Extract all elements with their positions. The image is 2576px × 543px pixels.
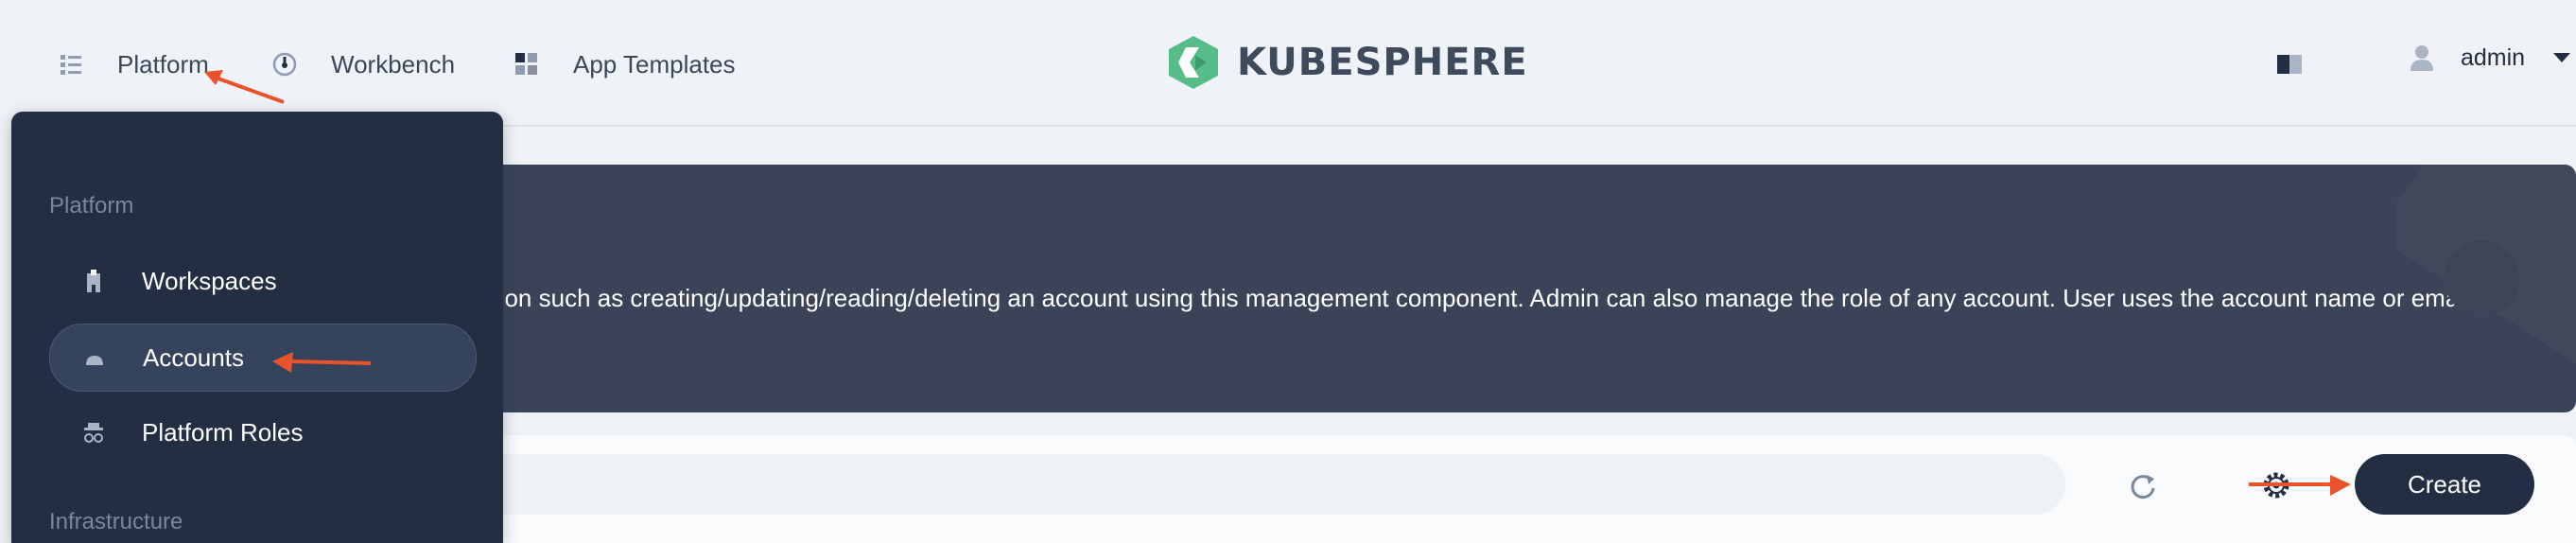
page-banner: ation such as creating/updating/reading/… bbox=[452, 165, 2576, 412]
list-icon bbox=[61, 55, 81, 75]
search-input[interactable] bbox=[480, 454, 2065, 515]
header-divider bbox=[452, 125, 2576, 127]
user-name: admin bbox=[2461, 44, 2526, 71]
nav-app-templates-label: App Templates bbox=[573, 49, 736, 79]
banner-description: ation such as creating/updating/reading/… bbox=[479, 284, 2498, 312]
book-icon[interactable] bbox=[2275, 51, 2304, 78]
annotation-arrow-icon bbox=[2249, 475, 2351, 496]
workspace-icon bbox=[87, 270, 100, 292]
sidebar-item-label: Platform Roles bbox=[142, 417, 304, 447]
nav-platform-label: Platform bbox=[117, 49, 209, 79]
nav-app-templates[interactable]: App Templates bbox=[513, 45, 736, 83]
create-button[interactable]: Create bbox=[2355, 454, 2534, 515]
annotation-arrow-icon bbox=[272, 352, 372, 373]
refresh-icon[interactable] bbox=[2126, 469, 2160, 503]
user-menu[interactable]: admin bbox=[2410, 44, 2572, 72]
sidebar-item-platform-roles[interactable]: Platform Roles bbox=[49, 399, 475, 465]
banner-decoration-icon bbox=[2396, 165, 2576, 363]
grid-icon bbox=[515, 53, 537, 75]
annotation-arrow-icon bbox=[204, 70, 285, 104]
nav-platform[interactable]: Platform bbox=[57, 45, 209, 83]
platform-menu: Platform Workspaces Accounts Platform Ro… bbox=[11, 112, 503, 543]
role-icon bbox=[84, 423, 103, 443]
nav-workbench[interactable]: Workbench bbox=[270, 45, 455, 83]
logo-text: KUBESPHERE bbox=[1237, 41, 1528, 84]
kubesphere-logo-icon bbox=[1169, 36, 1218, 89]
section-title-infrastructure: Infrastructure bbox=[49, 509, 183, 534]
logo[interactable]: KUBESPHERE bbox=[1167, 34, 1528, 91]
sidebar-item-accounts[interactable]: Accounts bbox=[49, 324, 477, 392]
sidebar-item-workspaces[interactable]: Workspaces bbox=[49, 248, 475, 314]
section-title-platform: Platform bbox=[49, 193, 134, 219]
nav-workbench-label: Workbench bbox=[331, 49, 456, 79]
user-icon bbox=[2411, 45, 2433, 71]
account-icon bbox=[86, 356, 103, 365]
sidebar-item-label: Accounts bbox=[143, 342, 244, 372]
sidebar-item-label: Workspaces bbox=[142, 266, 277, 295]
chevron-down-icon bbox=[2553, 53, 2571, 62]
